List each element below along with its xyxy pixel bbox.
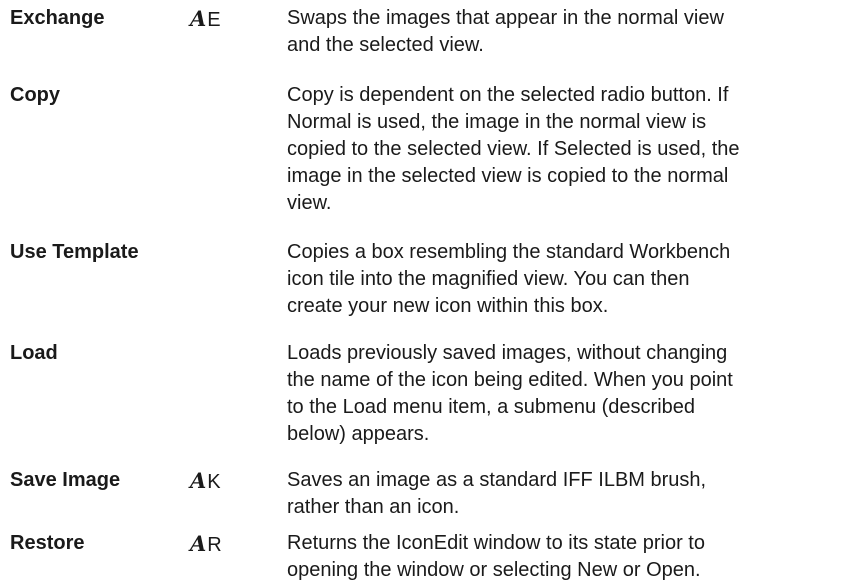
amiga-key-icon: A: [190, 468, 207, 493]
entry-description: Swaps the images that appear in the norm…: [287, 7, 724, 56]
entry-term: Copy: [10, 84, 60, 106]
entry-description: Returns the IconEdit window to its state…: [287, 532, 705, 581]
entry-description: Loads previously saved images, without c…: [287, 342, 733, 445]
shortcut-letter: E: [207, 9, 221, 31]
keyboard-shortcut: AR: [190, 530, 222, 559]
entry-term: Save Image: [10, 469, 121, 491]
entry-term: Load: [10, 342, 58, 364]
entry-description: Copy is dependent on the selected radio …: [287, 84, 740, 214]
entry-term: Exchange: [10, 7, 105, 29]
amiga-key-icon: A: [190, 6, 207, 31]
keyboard-shortcut: AE: [190, 5, 221, 34]
shortcut-letter: R: [207, 534, 222, 556]
shortcut-letter: K: [207, 471, 221, 493]
entry-description: Copies a box resembling the standard Wor…: [287, 241, 731, 317]
entry-term: Use Template: [10, 241, 139, 263]
keyboard-shortcut: AK: [190, 467, 221, 496]
entry-description: Saves an image as a standard IFF ILBM br…: [287, 469, 707, 518]
entry-term: Restore: [10, 532, 85, 554]
amiga-key-icon: A: [190, 531, 207, 556]
